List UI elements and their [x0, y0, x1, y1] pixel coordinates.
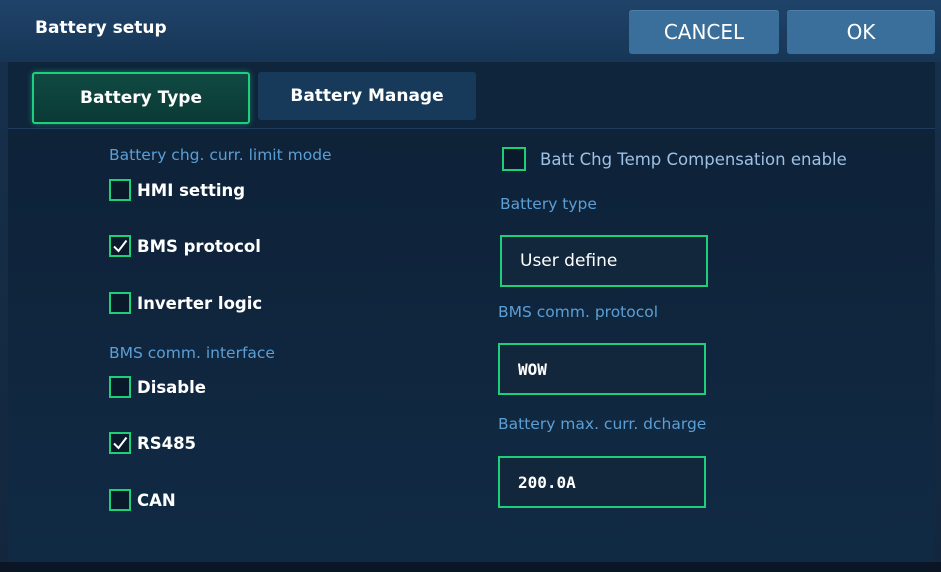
- tab-battery-type[interactable]: Battery Type: [32, 72, 250, 124]
- rs485-checkbox[interactable]: [109, 432, 131, 454]
- inverter-logic-option[interactable]: Inverter logic: [109, 292, 262, 314]
- max-discharge-field[interactable]: 200.0A: [498, 456, 706, 508]
- temp-compensation-option[interactable]: Batt Chg Temp Compensation enable: [502, 147, 847, 171]
- ok-button[interactable]: OK: [787, 10, 935, 54]
- max-discharge-value: 200.0A: [518, 472, 576, 492]
- bms-protocol-label: BMS protocol: [137, 236, 261, 256]
- battery-type-value: User define: [520, 251, 618, 271]
- bottom-edge: [0, 562, 941, 572]
- temp-compensation-label: Batt Chg Temp Compensation enable: [540, 149, 847, 169]
- battery-type-label: Battery type: [500, 195, 597, 213]
- limit-mode-label: Battery chg. curr. limit mode: [109, 146, 332, 164]
- tab-strip: Battery Type Battery Manage: [8, 62, 935, 129]
- rs485-label: RS485: [137, 433, 197, 453]
- checkmark-icon: [113, 436, 128, 450]
- bms-protocol-field-label: BMS comm. protocol: [498, 303, 659, 321]
- bms-protocol-value: WOW: [518, 359, 547, 379]
- disable-label: Disable: [137, 377, 206, 397]
- hmi-setting-checkbox[interactable]: [109, 179, 131, 201]
- can-option[interactable]: CAN: [109, 489, 176, 511]
- inverter-logic-label: Inverter logic: [137, 293, 263, 313]
- max-discharge-label: Battery max. curr. dcharge: [498, 415, 707, 433]
- can-label: CAN: [137, 490, 176, 510]
- tab-battery-manage[interactable]: Battery Manage: [258, 72, 476, 120]
- title-bar: Battery setup CANCEL OK: [0, 0, 941, 62]
- can-checkbox[interactable]: [109, 489, 131, 511]
- disable-option[interactable]: Disable: [109, 376, 206, 398]
- dialog-title: Battery setup: [35, 18, 167, 38]
- disable-checkbox[interactable]: [109, 376, 131, 398]
- cancel-button[interactable]: CANCEL: [629, 10, 779, 54]
- checkmark-icon: [113, 239, 128, 253]
- hmi-setting-label: HMI setting: [137, 180, 246, 200]
- rs485-option[interactable]: RS485: [109, 432, 196, 454]
- bms-protocol-checkbox[interactable]: [109, 235, 131, 257]
- hmi-setting-option[interactable]: HMI setting: [109, 179, 245, 201]
- battery-setup-dialog: Battery setup CANCEL OK Battery Type Bat…: [0, 0, 941, 572]
- bms-protocol-option[interactable]: BMS protocol: [109, 235, 261, 257]
- bms-protocol-field[interactable]: WOW: [498, 343, 706, 395]
- battery-type-field[interactable]: User define: [500, 235, 708, 287]
- inverter-logic-checkbox[interactable]: [109, 292, 131, 314]
- temp-compensation-checkbox[interactable]: [502, 147, 526, 171]
- comm-interface-label: BMS comm. interface: [109, 344, 275, 362]
